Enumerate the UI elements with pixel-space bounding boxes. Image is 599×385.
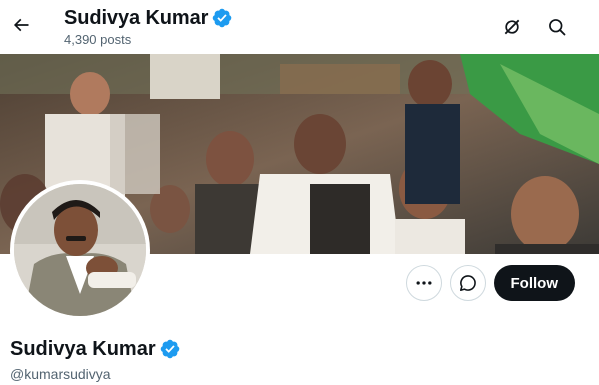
more-icon	[416, 281, 431, 285]
verified-badge-icon[interactable]	[160, 339, 180, 359]
posts-count: 4,390 posts	[64, 32, 132, 47]
display-name: Sudivya Kumar	[10, 338, 156, 360]
arrow-left-icon	[13, 18, 29, 32]
user-handle: @kumarsudivya	[10, 366, 111, 382]
profile-name-block: Sudivya Kumar @kumarsudivya	[10, 337, 180, 382]
more-button[interactable]	[405, 265, 442, 301]
avatar	[14, 184, 146, 316]
message-icon	[459, 275, 476, 292]
verified-badge-icon	[212, 8, 232, 28]
avatar-photo	[14, 184, 146, 316]
profile-avatar[interactable]	[10, 180, 150, 320]
message-button[interactable]	[449, 265, 486, 301]
back-button[interactable]	[4, 8, 38, 42]
profile-actions: Follow	[405, 265, 575, 301]
search-icon	[549, 19, 566, 36]
grok-button[interactable]	[497, 12, 527, 42]
header-title-block: Sudivya Kumar 4,390 posts	[64, 6, 232, 49]
profile-header-bar: Sudivya Kumar 4,390 posts	[0, 0, 599, 54]
follow-button[interactable]: Follow	[493, 265, 575, 301]
search-button[interactable]	[542, 12, 572, 42]
grok-icon	[504, 19, 520, 35]
header-title: Sudivya Kumar	[64, 7, 209, 29]
